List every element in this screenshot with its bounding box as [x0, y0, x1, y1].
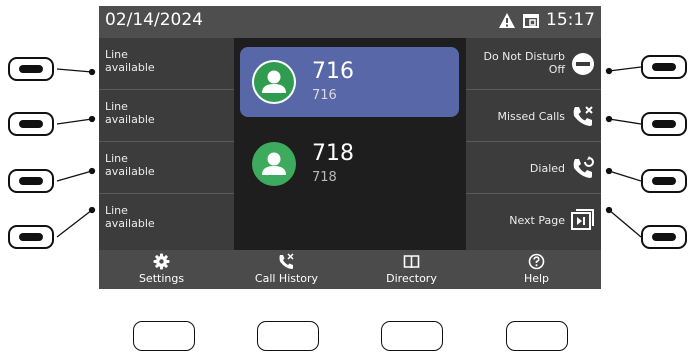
- hardware-fn-key-4[interactable]: [641, 225, 687, 249]
- hardware-line-key-4[interactable]: [8, 225, 54, 249]
- hardware-line-key-1[interactable]: [8, 57, 54, 81]
- hardware-fn-key-3[interactable]: [641, 169, 687, 193]
- hardware-fn-key-2[interactable]: [641, 112, 687, 136]
- hardware-soft-key-1[interactable]: [133, 321, 195, 351]
- hardware-line-key-2[interactable]: [8, 112, 54, 136]
- hardware-soft-key-4[interactable]: [506, 321, 568, 351]
- hardware-soft-key-2[interactable]: [257, 321, 319, 351]
- hardware-fn-key-1[interactable]: [641, 55, 687, 79]
- hardware-line-key-3[interactable]: [8, 169, 54, 193]
- key-leader-lines: [56, 66, 642, 238]
- hardware-soft-key-3[interactable]: [381, 321, 443, 351]
